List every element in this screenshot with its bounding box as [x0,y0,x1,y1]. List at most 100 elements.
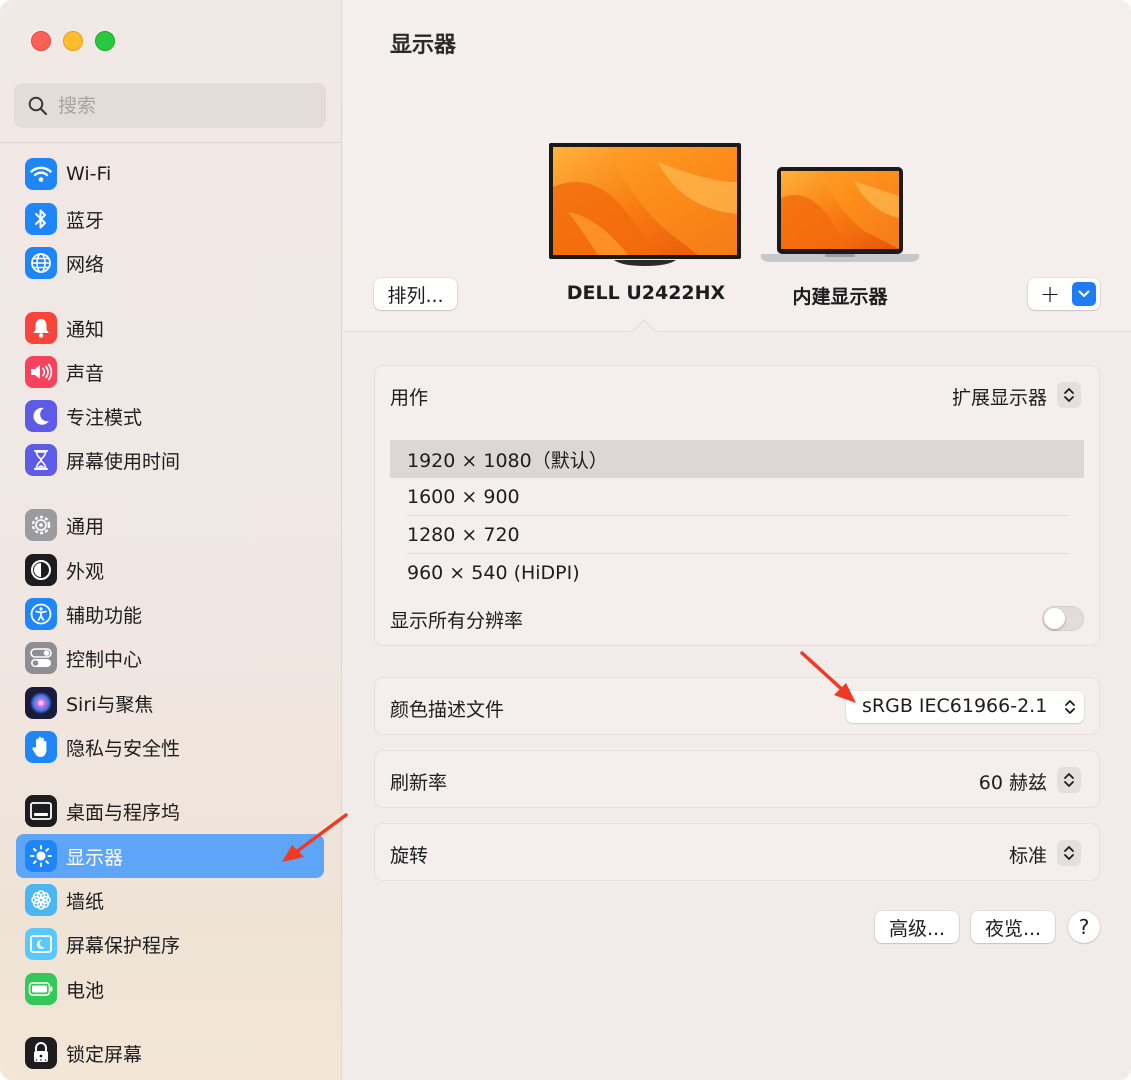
sidebar-item-network[interactable]: 网络 [16,241,324,285]
sidebar-item-battery[interactable]: 电池 [16,967,324,1011]
sidebar-item-label: 声音 [66,362,105,385]
rotation-value[interactable]: 标准 [1009,841,1047,868]
use-as-stepper[interactable] [1057,382,1081,408]
sidebar-item-label: 桌面与程序坞 [66,801,181,824]
speaker-icon [25,356,57,388]
up-down-chevron-icon [1064,773,1074,787]
flower-icon [25,884,57,916]
sidebar-item-label: 网络 [66,253,105,276]
main-content: 显示器 排列... DELL U2422HX 内建显示器 + 用作 扩展显示器 … [343,0,1131,1080]
sidebar-item-notifications[interactable]: 通知 [16,306,324,350]
appearance-icon [25,554,57,586]
sidebar-item-general[interactable]: 通用 [16,503,324,547]
sidebar-item-label: 蓝牙 [66,209,105,232]
sidebar-item-control-center[interactable]: 控制中心 [16,636,324,680]
search-icon [28,96,48,115]
color-profile-select[interactable]: sRGB IEC61966-2.1 [846,691,1084,723]
search-field[interactable] [14,83,326,128]
sidebar: Wi-Fi 蓝牙 网络 通知 声音 [0,0,342,1080]
sidebar-item-label: 屏幕保护程序 [66,934,181,957]
external-monitor-thumbnail[interactable] [548,142,742,266]
bell-icon [25,312,57,344]
show-all-resolutions-toggle[interactable] [1042,606,1084,631]
selected-display-pointer [631,319,657,333]
advanced-button[interactable]: 高级... [875,911,959,943]
resolution-option[interactable]: 1280 × 720 [390,516,1084,554]
sidebar-item-label: 控制中心 [66,648,143,671]
display-settings-card: 用作 扩展显示器 1920 × 1080（默认） 1600 × 900 1280… [374,365,1100,646]
sidebar-item-label: 辅助功能 [66,604,143,627]
minimize-button[interactable] [63,31,83,51]
sidebar-item-label: 隐私与安全性 [66,737,181,760]
sun-icon [25,840,57,872]
sidebar-item-desktop-dock[interactable]: 桌面与程序坞 [16,789,324,833]
resolution-option[interactable]: 960 × 540 (HiDPI) [390,554,1084,592]
lock-icon [25,1037,57,1069]
color-profile-label: 颜色描述文件 [390,699,505,721]
up-down-chevron-icon [1065,700,1075,714]
hourglass-icon [25,444,57,476]
sidebar-item-accessibility[interactable]: 辅助功能 [16,592,324,636]
page-title: 显示器 [390,33,457,58]
sidebar-item-sound[interactable]: 声音 [16,350,324,394]
resolution-option[interactable]: 1920 × 1080（默认） [390,440,1084,478]
arrange-button[interactable]: 排列... [374,278,457,310]
sidebar-item-label: Wi-Fi [66,163,112,185]
sidebar-item-label: 墙纸 [66,890,105,913]
bluetooth-icon [25,203,57,235]
wifi-icon [25,158,57,190]
sidebar-item-label: 电池 [66,979,105,1002]
refresh-rate-label: 刷新率 [390,772,448,794]
sidebar-item-screen-time[interactable]: 屏幕使用时间 [16,438,324,482]
up-down-chevron-icon [1064,846,1074,860]
sidebar-item-privacy[interactable]: 隐私与安全性 [16,725,324,769]
search-input[interactable] [58,94,298,117]
sidebar-item-label: 通用 [66,515,105,538]
add-display-button[interactable]: + [1028,278,1100,310]
sidebar-item-label: 外观 [66,560,105,583]
sidebar-item-label: Siri与聚焦 [66,693,154,716]
night-shift-button[interactable]: 夜览... [971,911,1055,943]
screensaver-icon [25,928,57,960]
sidebar-item-label: 屏幕使用时间 [66,450,181,473]
sidebar-item-wallpaper[interactable]: 墙纸 [16,878,324,922]
sidebar-item-appearance[interactable]: 外观 [16,548,324,592]
rotation-label: 旋转 [390,845,429,867]
siri-icon [25,687,57,719]
sidebar-item-bluetooth[interactable]: 蓝牙 [16,197,324,241]
dropdown-chevron-icon[interactable] [1072,282,1096,306]
plus-icon: + [1040,280,1061,308]
sidebar-item-screensaver[interactable]: 屏幕保护程序 [16,922,324,966]
hand-icon [25,731,57,763]
refresh-rate-stepper[interactable] [1057,767,1081,793]
toggles-icon [25,642,57,674]
battery-icon [25,973,57,1005]
gear-icon [25,509,57,541]
globe-icon [25,247,57,279]
sidebar-item-wifi[interactable]: Wi-Fi [16,152,324,196]
sidebar-item-focus[interactable]: 专注模式 [16,394,324,438]
use-as-value[interactable]: 扩展显示器 [952,383,1047,410]
sidebar-item-label: 通知 [66,318,105,341]
builtin-display-thumbnail[interactable] [759,166,921,266]
sidebar-item-lock-screen[interactable]: 锁定屏幕 [16,1031,324,1075]
color-profile-value: sRGB IEC61966-2.1 [862,695,1048,717]
sidebar-item-siri[interactable]: Siri与聚焦 [16,681,324,725]
display-arrangement-area: 显示器 排列... DELL U2422HX 内建显示器 + [343,0,1131,332]
show-all-resolutions-label: 显示所有分辨率 [390,610,524,632]
display-label-dell[interactable]: DELL U2422HX [549,282,743,304]
sidebar-item-label: 显示器 [66,846,124,869]
help-button[interactable]: ? [1068,911,1100,943]
refresh-rate-card: 刷新率 60 赫兹 [374,750,1100,808]
sidebar-item-label: 专注模式 [66,406,143,429]
refresh-rate-value[interactable]: 60 赫兹 [979,768,1047,795]
display-label-builtin[interactable]: 内建显示器 [759,282,921,309]
zoom-button[interactable] [95,31,115,51]
accessibility-icon [25,598,57,630]
close-button[interactable] [31,31,51,51]
sidebar-item-displays[interactable]: 显示器 [16,834,324,878]
dock-icon [25,795,57,827]
sidebar-divider [0,142,342,143]
rotation-stepper[interactable] [1057,840,1081,866]
resolution-option[interactable]: 1600 × 900 [390,478,1084,516]
